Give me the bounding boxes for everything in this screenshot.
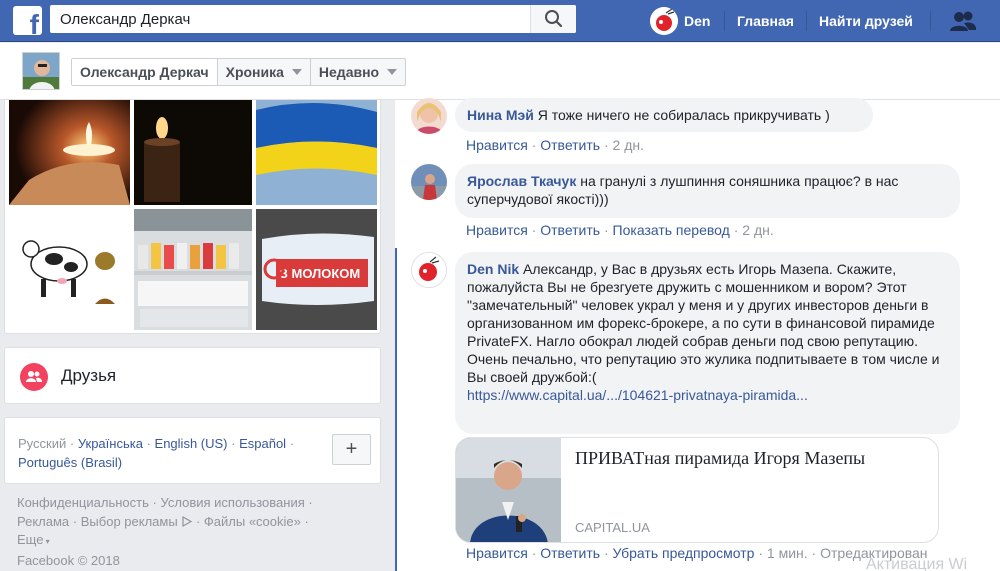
search-button[interactable] xyxy=(530,5,576,33)
comment-bubble: Den Nik Александр, у Вас в друзьях есть … xyxy=(455,252,960,434)
new-comment-indicator xyxy=(395,248,397,571)
language-list: Русский · Українська · English (US) · Es… xyxy=(18,436,295,470)
copyright: Facebook © 2018 xyxy=(17,552,120,568)
comment-avatar[interactable] xyxy=(411,164,447,200)
user-name: Den xyxy=(684,13,711,29)
comment-bubble: Нина Мэй Я тоже ничего не собиралась при… xyxy=(455,98,873,132)
nav-find-friends-link[interactable]: Найти друзей xyxy=(819,0,913,42)
language-link-pt[interactable]: Português (Brasil) xyxy=(18,455,122,470)
reply-link[interactable]: Ответить xyxy=(540,545,600,561)
nav-home-link[interactable]: Главная xyxy=(737,0,794,42)
friends-icon xyxy=(20,363,48,391)
user-avatar xyxy=(650,7,678,35)
adchoices-icon xyxy=(182,515,193,527)
add-language-button[interactable]: + xyxy=(332,434,371,465)
comment-time[interactable]: 2 дн. xyxy=(742,222,773,238)
facebook-logo[interactable]: f xyxy=(13,6,42,35)
reply-link[interactable]: Ответить xyxy=(540,137,600,153)
like-link[interactable]: Нравится xyxy=(466,222,528,238)
comment-text: Я тоже ничего не собиралась прикручивать… xyxy=(537,107,830,123)
chevron-down-icon: ▾ xyxy=(43,537,50,546)
timeline-dropdown[interactable]: Хроника xyxy=(218,59,311,85)
recent-dropdown[interactable]: Недавно xyxy=(311,59,405,85)
profile-sub-header: Олександр Деркач Хроника Недавно xyxy=(0,43,1000,100)
profile-avatar[interactable] xyxy=(22,52,60,90)
nav-divider xyxy=(806,11,807,31)
language-selector: Русский · Українська · English (US) · Es… xyxy=(4,417,381,484)
friends-section[interactable]: Друзья xyxy=(4,347,381,404)
footer-link-more[interactable]: Еще xyxy=(17,532,43,547)
footer-link-adchoices[interactable]: Выбор рекламы xyxy=(81,514,178,529)
nav-profile-link[interactable]: Den xyxy=(650,0,710,42)
top-navigation-bar: f Den Главная Найти друзей xyxy=(0,0,1000,42)
breadcrumb: Олександр Деркач Хроника Недавно xyxy=(71,58,407,86)
footer-link-cookies[interactable]: Файлы «cookie» xyxy=(204,514,301,529)
comment-actions: Нравится · Ответить · Показать перевод ·… xyxy=(466,222,774,238)
link-preview-title: ПРИВАТная пирамида Игоря Мазепы xyxy=(575,448,866,468)
comment-avatar[interactable] xyxy=(411,98,447,134)
timeline-dropdown-label: Хроника xyxy=(225,64,284,80)
photo-cow-cartoon[interactable] xyxy=(9,209,130,330)
comment-actions: Нравится · Ответить · 2 дн. xyxy=(466,137,644,153)
like-link[interactable]: Нравится xyxy=(466,137,528,153)
language-current: Русский xyxy=(18,436,67,451)
link-preview-image xyxy=(456,438,561,542)
photo-milk-package[interactable]: З МОЛОКОМ xyxy=(256,209,377,330)
reply-link[interactable]: Ответить xyxy=(540,222,600,238)
milk-package-text: З МОЛОКОМ xyxy=(280,266,360,281)
language-link-en[interactable]: English (US) xyxy=(155,436,228,451)
photos-grid: З МОЛОКОМ xyxy=(4,100,381,334)
link-preview-domain: CAPITAL.UA xyxy=(575,520,650,535)
footer-link-ads[interactable]: Реклама xyxy=(17,514,69,529)
language-link-es[interactable]: Español xyxy=(239,436,286,451)
nav-divider xyxy=(930,11,931,31)
comment-time[interactable]: 1 мин. xyxy=(767,545,808,561)
recent-dropdown-label: Недавно xyxy=(318,64,380,80)
photo-ukraine-flag[interactable] xyxy=(256,100,377,205)
show-translation-link[interactable]: Показать перевод xyxy=(613,222,730,238)
link-preview-card[interactable]: ПРИВАТная пирамида Игоря Мазепы CAPITAL.… xyxy=(455,437,939,543)
photo-candle[interactable] xyxy=(134,100,252,205)
photo-candle-hands[interactable] xyxy=(9,100,130,205)
windows-activation-watermark: Активация Wi xyxy=(866,556,968,571)
comment-bubble: Ярослав Ткачук на гранулі з лушпиння сон… xyxy=(455,164,960,218)
friends-section-title: Друзья xyxy=(61,366,117,385)
footer-links: Конфиденциальность · Условия использован… xyxy=(17,495,313,568)
search-box xyxy=(50,5,576,33)
nav-divider xyxy=(724,11,725,31)
comment-actions: Нравится · Ответить · Убрать предпросмот… xyxy=(466,545,928,561)
comment-author[interactable]: Den Nik xyxy=(467,261,519,277)
comment-text: Александр, у Вас в друзьях есть Игорь Ма… xyxy=(467,261,935,349)
search-input[interactable] xyxy=(50,5,530,33)
friend-requests-icon[interactable] xyxy=(948,7,978,35)
language-link-uk[interactable]: Українська xyxy=(78,436,143,451)
comment-time[interactable]: 2 дн. xyxy=(613,137,644,153)
comment-author[interactable]: Нина Мэй xyxy=(467,107,534,123)
footer-link-terms[interactable]: Условия использования xyxy=(160,495,304,510)
footer-link-privacy[interactable]: Конфиденциальность xyxy=(17,495,149,510)
comment-text-continued: Очень печально, что репутацию это жулика… xyxy=(467,351,940,385)
chevron-down-icon xyxy=(291,69,302,75)
search-icon xyxy=(545,10,563,28)
comment-avatar[interactable] xyxy=(411,252,447,288)
photo-supermarket-shelf[interactable] xyxy=(134,209,252,330)
comment-author[interactable]: Ярослав Ткачук xyxy=(467,173,576,189)
comment-url-link[interactable]: https://www.capital.ua/.../104621-privat… xyxy=(467,387,808,403)
like-link[interactable]: Нравится xyxy=(466,545,528,561)
chevron-down-icon xyxy=(387,69,398,75)
remove-preview-link[interactable]: Убрать предпросмотр xyxy=(613,545,755,561)
breadcrumb-profile-name[interactable]: Олександр Деркач xyxy=(72,59,218,85)
